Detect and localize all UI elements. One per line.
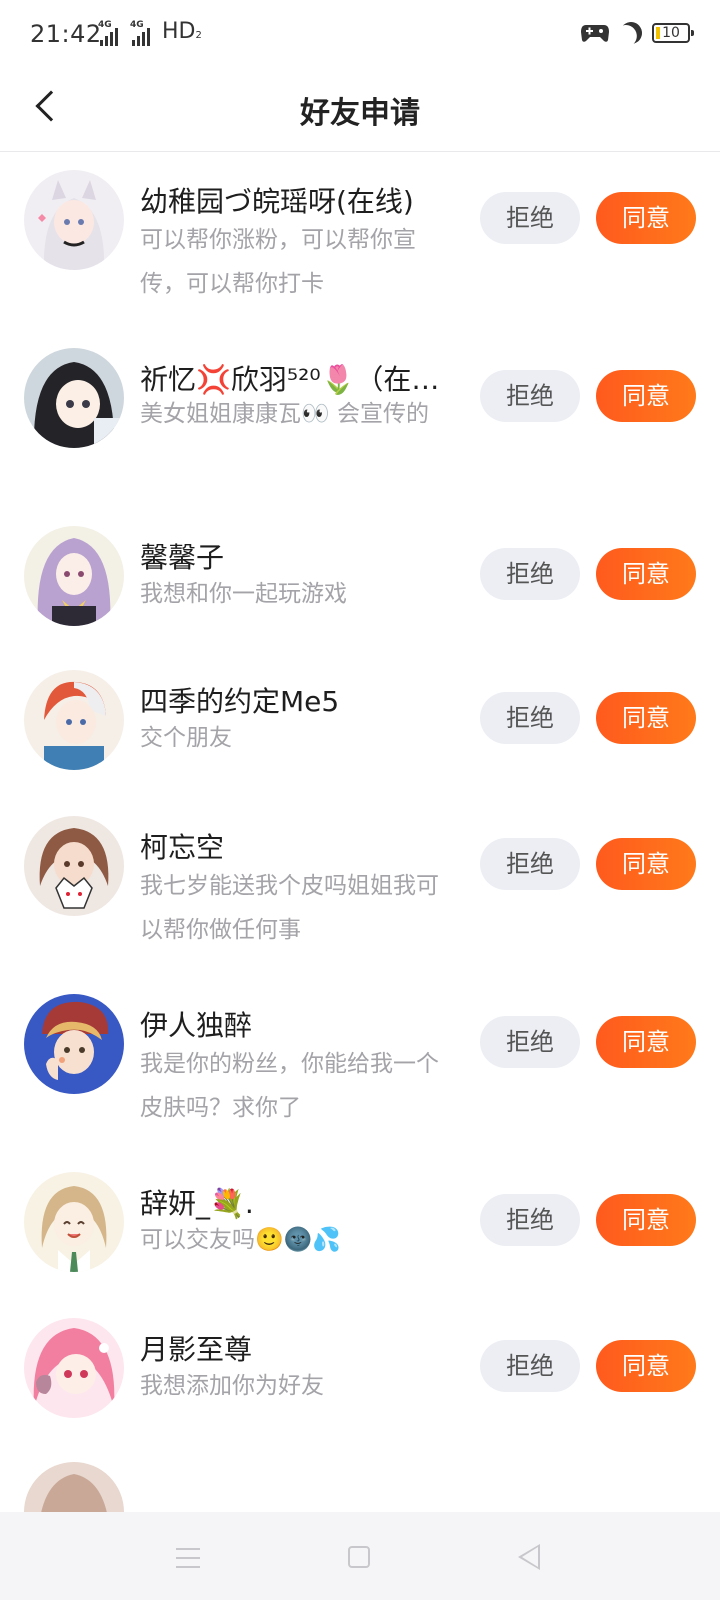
- top-nav-bar: 好友申请: [0, 70, 720, 152]
- friend-request-item: 馨馨子 我想和你一起玩游戏 拒绝 同意: [0, 526, 720, 646]
- requester-name: 四季的约定Me5: [140, 685, 340, 718]
- menu-icon[interactable]: [176, 1548, 200, 1568]
- avatar[interactable]: [24, 1318, 124, 1418]
- request-message: 可以交友吗🙂🌚💦: [140, 1227, 341, 1253]
- network-indicators: 4G 4G HD2: [98, 19, 202, 46]
- reject-button[interactable]: 拒绝: [480, 1016, 580, 1068]
- avatar[interactable]: [24, 170, 124, 270]
- avatar[interactable]: [24, 348, 124, 448]
- request-message: 我七岁能送我个皮吗姐姐我可以帮你做任何事: [140, 873, 439, 943]
- request-message: 我想和你一起玩游戏: [140, 581, 347, 607]
- game-mode-icon: [581, 25, 609, 42]
- hd-indicator: HD2: [162, 19, 202, 44]
- system-nav-bar: [0, 1512, 720, 1600]
- reject-button[interactable]: 拒绝: [480, 548, 580, 600]
- reject-button[interactable]: 拒绝: [480, 1194, 580, 1246]
- accept-button[interactable]: 同意: [596, 1016, 696, 1068]
- accept-button[interactable]: 同意: [596, 192, 696, 244]
- request-message: 可以帮你涨粉，可以帮你宣传，可以帮你打卡: [140, 227, 416, 297]
- status-time: 21:42: [30, 20, 102, 48]
- accept-button[interactable]: 同意: [596, 1194, 696, 1246]
- request-message: 交个朋友: [140, 725, 232, 751]
- friend-request-item: 辞妍_💐. 可以交友吗🙂🌚💦 拒绝 同意: [0, 1172, 720, 1292]
- reject-button[interactable]: 拒绝: [480, 838, 580, 890]
- page-title: 好友申请: [300, 96, 420, 131]
- avatar[interactable]: [24, 670, 124, 770]
- status-bar: 21:42 4G 4G HD2 10: [0, 0, 720, 70]
- friend-request-item: 四季的约定Me5 交个朋友 拒绝 同意: [0, 670, 720, 790]
- avatar[interactable]: [24, 994, 124, 1094]
- accept-button[interactable]: 同意: [596, 548, 696, 600]
- signal-icon: 4G: [98, 20, 118, 46]
- friend-request-item: [0, 1462, 720, 1512]
- accept-button[interactable]: 同意: [596, 370, 696, 422]
- signal-icon: 4G: [130, 20, 150, 46]
- reject-button[interactable]: 拒绝: [480, 370, 580, 422]
- battery-icon: 10: [652, 23, 694, 43]
- avatar[interactable]: [24, 1462, 124, 1512]
- status-right-icons: 10: [580, 22, 694, 44]
- request-message: 美女姐姐康康瓦👀 会宣传的: [140, 401, 429, 427]
- reject-button[interactable]: 拒绝: [480, 1340, 580, 1392]
- home-icon[interactable]: [348, 1546, 370, 1568]
- back-triangle-icon[interactable]: [518, 1544, 540, 1570]
- friend-request-item: 幼稚园づ皖瑶呀(在线) 可以帮你涨粉，可以帮你宣传，可以帮你打卡 拒绝 同意: [0, 170, 720, 320]
- requester-name: 月影至尊: [140, 1333, 253, 1366]
- friend-request-item: 柯忘空 我七岁能送我个皮吗姐姐我可以帮你做任何事 拒绝 同意: [0, 816, 720, 966]
- requester-name: 幼稚园づ皖瑶呀(在线): [140, 185, 414, 218]
- friend-request-item: 月影至尊 我想添加你为好友 拒绝 同意: [0, 1318, 720, 1438]
- requester-name: 伊人独醉: [140, 1009, 253, 1042]
- friend-request-item: 伊人独醉 我是你的粉丝，你能给我一个皮肤吗？求你了 拒绝 同意: [0, 994, 720, 1144]
- accept-button[interactable]: 同意: [596, 692, 696, 744]
- avatar[interactable]: [24, 1172, 124, 1272]
- requester-name: 馨馨子: [140, 541, 225, 574]
- requester-name: 柯忘空: [140, 831, 225, 864]
- accept-button[interactable]: 同意: [596, 838, 696, 890]
- avatar[interactable]: [24, 526, 124, 626]
- friend-request-item: 祈忆💢欣羽⁵²⁰🌷（在线） 美女姐姐康康瓦👀 会宣传的 拒绝 同意: [0, 348, 720, 498]
- reject-button[interactable]: 拒绝: [480, 192, 580, 244]
- do-not-disturb-icon: [616, 18, 646, 48]
- request-message: 我想添加你为好友: [140, 1373, 324, 1399]
- requester-name: 辞妍_💐.: [140, 1187, 254, 1220]
- avatar[interactable]: [24, 816, 124, 916]
- accept-button[interactable]: 同意: [596, 1340, 696, 1392]
- reject-button[interactable]: 拒绝: [480, 692, 580, 744]
- request-message: 我是你的粉丝，你能给我一个皮肤吗？求你了: [140, 1051, 439, 1121]
